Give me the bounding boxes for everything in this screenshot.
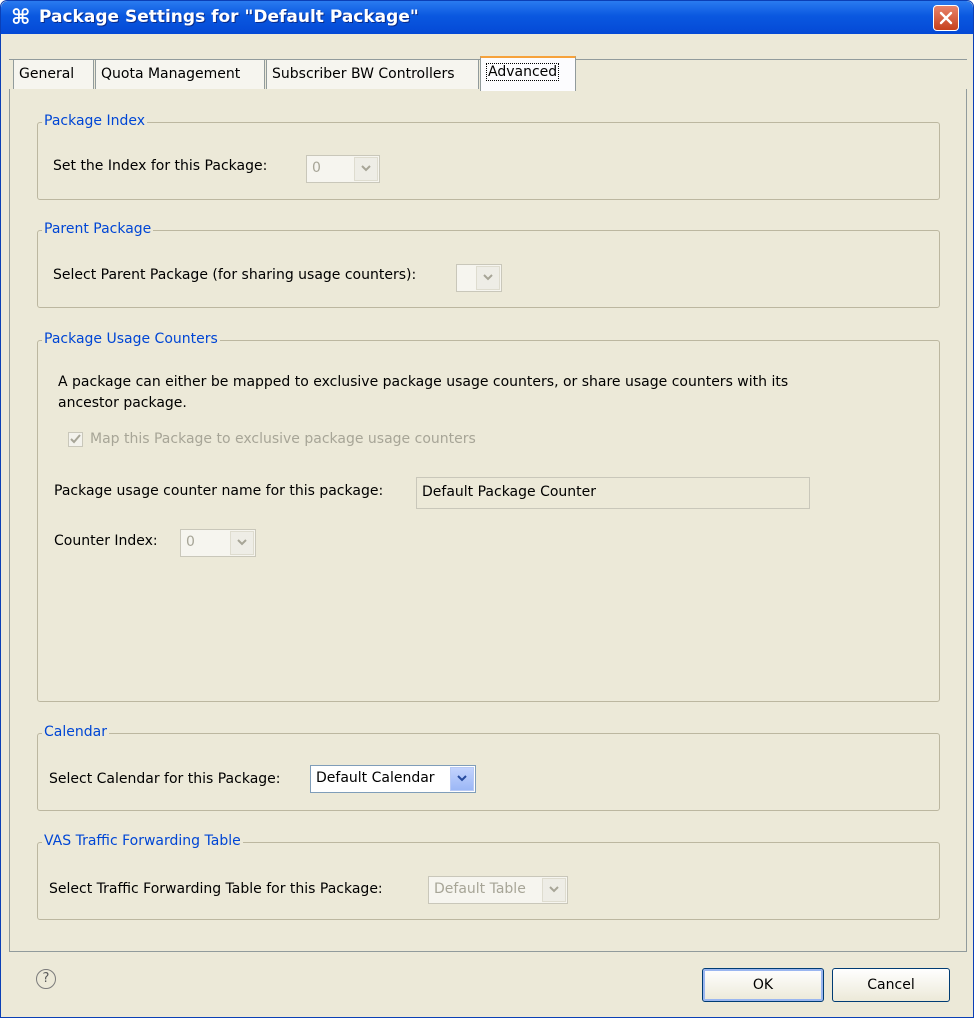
chevron-down-icon [361, 165, 371, 172]
tab-subscriber-bw-controllers-label: Subscriber BW Controllers [272, 66, 455, 82]
counter-index-select[interactable]: 0 [180, 529, 256, 557]
parent-package-select[interactable] [456, 264, 502, 292]
calendar-group: Calendar Select Calendar for this Packag… [37, 724, 940, 811]
exclusive-counters-checkbox-label: Map this Package to exclusive package us… [90, 431, 476, 447]
tab-quota-management[interactable]: Quota Management [95, 59, 265, 89]
package-usage-counters-legend: Package Usage Counters [42, 331, 220, 347]
close-button[interactable] [933, 5, 959, 31]
advanced-tab-panel: Package Index Set the Index for this Pac… [9, 89, 967, 952]
package-index-dropdown-button[interactable] [354, 157, 378, 181]
vas-traffic-forwarding-group: VAS Traffic Forwarding Table Select Traf… [37, 833, 940, 920]
vas-traffic-forwarding-label: Select Traffic Forwarding Table for this… [49, 881, 383, 897]
chevron-down-icon [483, 274, 493, 281]
package-settings-dialog: ⌘ Package Settings for "Default Package"… [0, 0, 974, 1018]
counter-index-dropdown-button[interactable] [230, 531, 254, 555]
help-icon[interactable]: ? [36, 969, 56, 989]
window-title: Package Settings for "Default Package" [39, 7, 419, 27]
counter-name-field[interactable]: Default Package Counter [416, 477, 810, 509]
package-index-group: Package Index Set the Index for this Pac… [37, 113, 940, 200]
vas-traffic-forwarding-dropdown-button[interactable] [542, 878, 566, 902]
parent-package-dropdown-button[interactable] [476, 266, 500, 290]
parent-package-label: Select Parent Package (for sharing usage… [53, 267, 417, 283]
chevron-down-icon [457, 775, 467, 782]
parent-package-legend: Parent Package [42, 221, 154, 237]
tab-advanced-label: Advanced [486, 63, 560, 81]
vas-traffic-forwarding-value: Default Table [434, 881, 526, 897]
calendar-label: Select Calendar for this Package: [49, 771, 281, 787]
counter-index-value: 0 [186, 534, 195, 550]
tab-quota-management-label: Quota Management [101, 66, 241, 82]
chevron-down-icon [549, 886, 559, 893]
close-icon [939, 11, 953, 25]
tab-general[interactable]: General [13, 59, 94, 89]
tab-advanced[interactable]: Advanced [480, 56, 576, 91]
app-icon: ⌘ [11, 5, 31, 29]
usage-counters-description-line2: ancestor package. [58, 395, 187, 411]
calendar-legend: Calendar [42, 724, 109, 740]
package-usage-counters-group: Package Usage Counters A package can eit… [37, 331, 940, 702]
title-bar[interactable]: ⌘ Package Settings for "Default Package" [1, 1, 973, 34]
tab-general-label: General [19, 66, 75, 82]
vas-traffic-forwarding-select[interactable]: Default Table [428, 876, 568, 904]
calendar-dropdown-button[interactable] [450, 767, 474, 791]
package-index-label: Set the Index for this Package: [53, 158, 268, 174]
usage-counters-description-line1: A package can either be mapped to exclus… [58, 374, 789, 390]
counter-name-value: Default Package Counter [422, 484, 597, 500]
checkmark-icon [70, 434, 81, 444]
calendar-select[interactable]: Default Calendar [310, 765, 476, 793]
cancel-button[interactable]: Cancel [832, 968, 950, 1002]
vas-traffic-forwarding-legend: VAS Traffic Forwarding Table [42, 833, 243, 849]
exclusive-counters-checkbox[interactable] [68, 432, 83, 447]
counter-index-label: Counter Index: [54, 533, 158, 549]
package-index-value: 0 [312, 160, 321, 176]
ok-button[interactable]: OK [702, 968, 824, 1002]
package-index-select[interactable]: 0 [306, 155, 380, 183]
tab-subscriber-bw-controllers[interactable]: Subscriber BW Controllers [266, 59, 479, 89]
package-index-legend: Package Index [42, 113, 148, 129]
counter-name-label: Package usage counter name for this pack… [54, 483, 384, 499]
parent-package-group: Parent Package Select Parent Package (fo… [37, 221, 940, 308]
chevron-down-icon [237, 539, 247, 546]
calendar-value: Default Calendar [316, 770, 435, 786]
